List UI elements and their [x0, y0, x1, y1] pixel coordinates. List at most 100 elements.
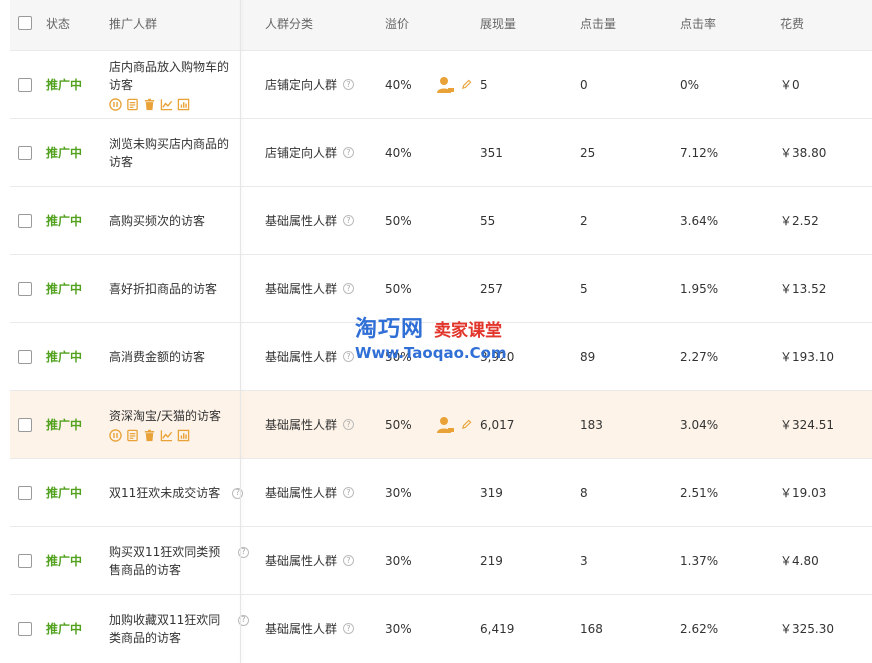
table-row[interactable]: 推广中 资深淘宝/天猫的访客 基础属性人群 ? 50% 6,017 183 3.…: [10, 390, 872, 458]
edit-pencil-icon[interactable]: [461, 79, 472, 90]
crowd-name: 购买双11狂欢同类预售商品的访客: [109, 544, 221, 577]
status-label: 推广中: [46, 418, 83, 432]
status-label: 推广中: [46, 554, 83, 568]
row-checkbox[interactable]: [18, 485, 32, 500]
crowd-table: 状态 推广人群 人群分类 溢价 展现量 点击量 点击率 花费 推广中 店内商品放…: [10, 0, 872, 662]
row-checkbox[interactable]: [18, 553, 32, 568]
header-name: 推广人群: [109, 16, 158, 31]
clicks-value: 2: [580, 213, 588, 228]
impressions-value: 6,419: [480, 621, 515, 636]
row-checkbox[interactable]: [18, 417, 32, 432]
header-cost[interactable]: 花费: [780, 0, 870, 46]
premium-value: 40%: [385, 145, 412, 160]
premium-value: 40%: [385, 77, 412, 92]
help-icon[interactable]: ?: [343, 147, 355, 158]
ctr-value: 1.37%: [680, 553, 719, 568]
table-row[interactable]: 推广中 双11狂欢未成交访客 ? 基础属性人群 ? 30% 319 8 2.51…: [10, 458, 872, 526]
person-edit-icon[interactable]: [436, 76, 456, 94]
status-label: 推广中: [46, 282, 83, 296]
crowd-name: 喜好折扣商品的访客: [109, 281, 218, 296]
premium-value: 30%: [385, 485, 412, 500]
row-checkbox[interactable]: [18, 77, 32, 92]
impressions-value: 3,920: [480, 349, 515, 364]
trend-chart-icon[interactable]: [160, 429, 173, 442]
pause-icon[interactable]: [109, 97, 122, 111]
table-row[interactable]: 推广中 购买双11狂欢同类预售商品的访客 ? 基础属性人群 ? 30% 219 …: [10, 526, 872, 594]
row-action-icons: [109, 428, 221, 442]
person-edit-icon[interactable]: [436, 416, 456, 434]
help-icon[interactable]: ?: [343, 79, 355, 90]
crowd-name: 浏览未购买店内商品的访客: [109, 136, 230, 169]
status-label: 推广中: [46, 622, 83, 636]
table-header: 状态 推广人群 人群分类 溢价 展现量 点击量 点击率 花费: [10, 0, 872, 50]
crowd-category: 店铺定向人群: [265, 146, 338, 160]
premium-value: 50%: [385, 213, 412, 228]
data-report-icon[interactable]: [177, 98, 190, 111]
clicks-value: 89: [580, 349, 596, 364]
impressions-value: 219: [480, 553, 503, 568]
report-icon[interactable]: [126, 98, 139, 111]
ctr-value: 0%: [680, 77, 700, 92]
table-row[interactable]: 推广中 店内商品放入购物车的访客 店铺定向人群 ? 40% 5 0 0% ￥0: [10, 50, 872, 118]
clicks-value: 25: [580, 145, 596, 160]
header-ctr[interactable]: 点击率: [680, 0, 770, 46]
status-label: 推广中: [46, 214, 83, 228]
delete-icon[interactable]: [143, 429, 156, 442]
status-label: 推广中: [46, 350, 83, 364]
crowd-category: 基础属性人群: [265, 418, 338, 432]
table-row[interactable]: 推广中 加购收藏双11狂欢同类商品的访客 ? 基础属性人群 ? 30% 6,41…: [10, 594, 872, 662]
help-icon[interactable]: ?: [343, 215, 355, 226]
clicks-value: 3: [580, 553, 588, 568]
header-impressions[interactable]: 展现量: [480, 0, 570, 46]
row-checkbox[interactable]: [18, 281, 32, 296]
status-label: 推广中: [46, 146, 83, 160]
header-clicks[interactable]: 点击量: [580, 0, 670, 46]
premium-value: 30%: [385, 553, 412, 568]
help-icon[interactable]: ?: [343, 623, 355, 634]
table-row[interactable]: 推广中 浏览未购买店内商品的访客 店铺定向人群 ? 40% 351 25 7.1…: [10, 118, 872, 186]
row-checkbox[interactable]: [18, 621, 32, 636]
row-checkbox[interactable]: [18, 145, 32, 160]
clicks-value: 0: [580, 77, 588, 92]
help-icon[interactable]: ?: [343, 283, 355, 294]
cost-value: ￥38.80: [780, 146, 827, 160]
header-status: 状态: [46, 16, 71, 31]
crowd-category: 基础属性人群: [265, 554, 338, 568]
ctr-value: 2.62%: [680, 621, 719, 636]
help-icon[interactable]: ?: [343, 555, 355, 566]
table-row[interactable]: 推广中 喜好折扣商品的访客 基础属性人群 ? 50% 257 5 1.95% ￥…: [10, 254, 872, 322]
impressions-value: 6,017: [480, 417, 515, 432]
crowd-category: 基础属性人群: [265, 282, 338, 296]
row-checkbox[interactable]: [18, 213, 32, 228]
pause-icon[interactable]: [109, 428, 122, 442]
help-icon[interactable]: ?: [343, 487, 355, 498]
help-icon[interactable]: ?: [343, 351, 355, 362]
table-row[interactable]: 推广中 高购买频次的访客 基础属性人群 ? 50% 55 2 3.64% ￥2.…: [10, 186, 872, 254]
edit-pencil-icon[interactable]: [461, 419, 472, 430]
row-checkbox[interactable]: [18, 349, 32, 364]
clicks-value: 5: [580, 281, 588, 296]
cost-value: ￥13.52: [780, 282, 827, 296]
status-label: 推广中: [46, 78, 83, 92]
ctr-value: 1.95%: [680, 281, 719, 296]
header-premium: 溢价: [385, 16, 410, 31]
status-label: 推广中: [46, 486, 83, 500]
select-all-checkbox[interactable]: [18, 16, 32, 30]
help-icon[interactable]: ?: [232, 487, 244, 499]
cost-value: ￥2.52: [780, 214, 819, 228]
crowd-category: 基础属性人群: [265, 350, 338, 364]
premium-value: 50%: [385, 417, 412, 432]
data-report-icon[interactable]: [177, 429, 190, 442]
report-icon[interactable]: [126, 429, 139, 442]
delete-icon[interactable]: [143, 98, 156, 111]
impressions-value: 351: [480, 145, 503, 160]
impressions-value: 257: [480, 281, 503, 296]
crowd-name: 加购收藏双11狂欢同类商品的访客: [109, 612, 221, 645]
help-icon[interactable]: ?: [343, 419, 355, 430]
crowd-category: 店铺定向人群: [265, 78, 338, 92]
trend-chart-icon[interactable]: [160, 98, 173, 111]
premium-value: 50%: [385, 281, 412, 296]
premium-value: 30%: [385, 621, 412, 636]
row-action-icons: [109, 97, 234, 111]
table-row[interactable]: 推广中 高消费金额的访客 基础属性人群 ? 50% 3,920 89 2.27%…: [10, 322, 872, 390]
